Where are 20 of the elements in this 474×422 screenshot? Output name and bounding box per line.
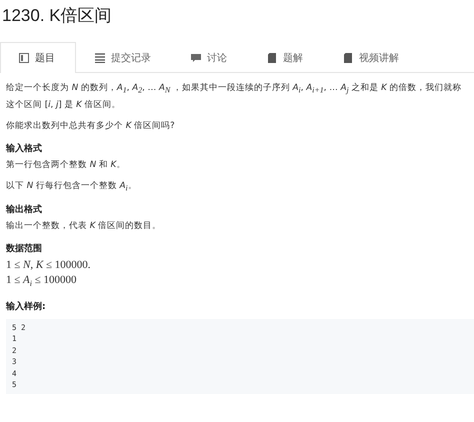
section-heading: 输入样例: [6, 300, 47, 313]
tab[interactable]: 视频讲解 [324, 42, 420, 73]
section-heading: 输入格式 [6, 142, 43, 155]
paragraph: 输出一个整数，代表 K 倍区间的数目。 [6, 220, 162, 234]
tab[interactable]: 题目 [0, 42, 76, 73]
section-heading: 输出格式 [6, 203, 43, 216]
tab[interactable]: 讨论 [172, 42, 248, 73]
math-formula: 1 ≤ N, K ≤ 100000. [6, 258, 92, 274]
section-heading: 数据范围 [6, 242, 43, 256]
page-title: 1230. K倍区间 [1, 5, 113, 27]
document-icon [19, 53, 29, 63]
list-icon [95, 53, 105, 63]
paragraph: 你能求出数列中总共有多少个 K 倍区间吗? [6, 120, 176, 133]
paragraph: 第一行包含两个整数 N 和 K。 [6, 158, 126, 172]
tab[interactable]: 提交记录 [76, 42, 172, 73]
book-icon [267, 53, 277, 63]
book-icon [343, 53, 353, 63]
math-formula: 1 ≤ A$_{i}$ ≤ 100000 [6, 273, 78, 291]
tab[interactable]: 题解 [248, 42, 324, 73]
speech-bubble-icon [191, 53, 201, 63]
